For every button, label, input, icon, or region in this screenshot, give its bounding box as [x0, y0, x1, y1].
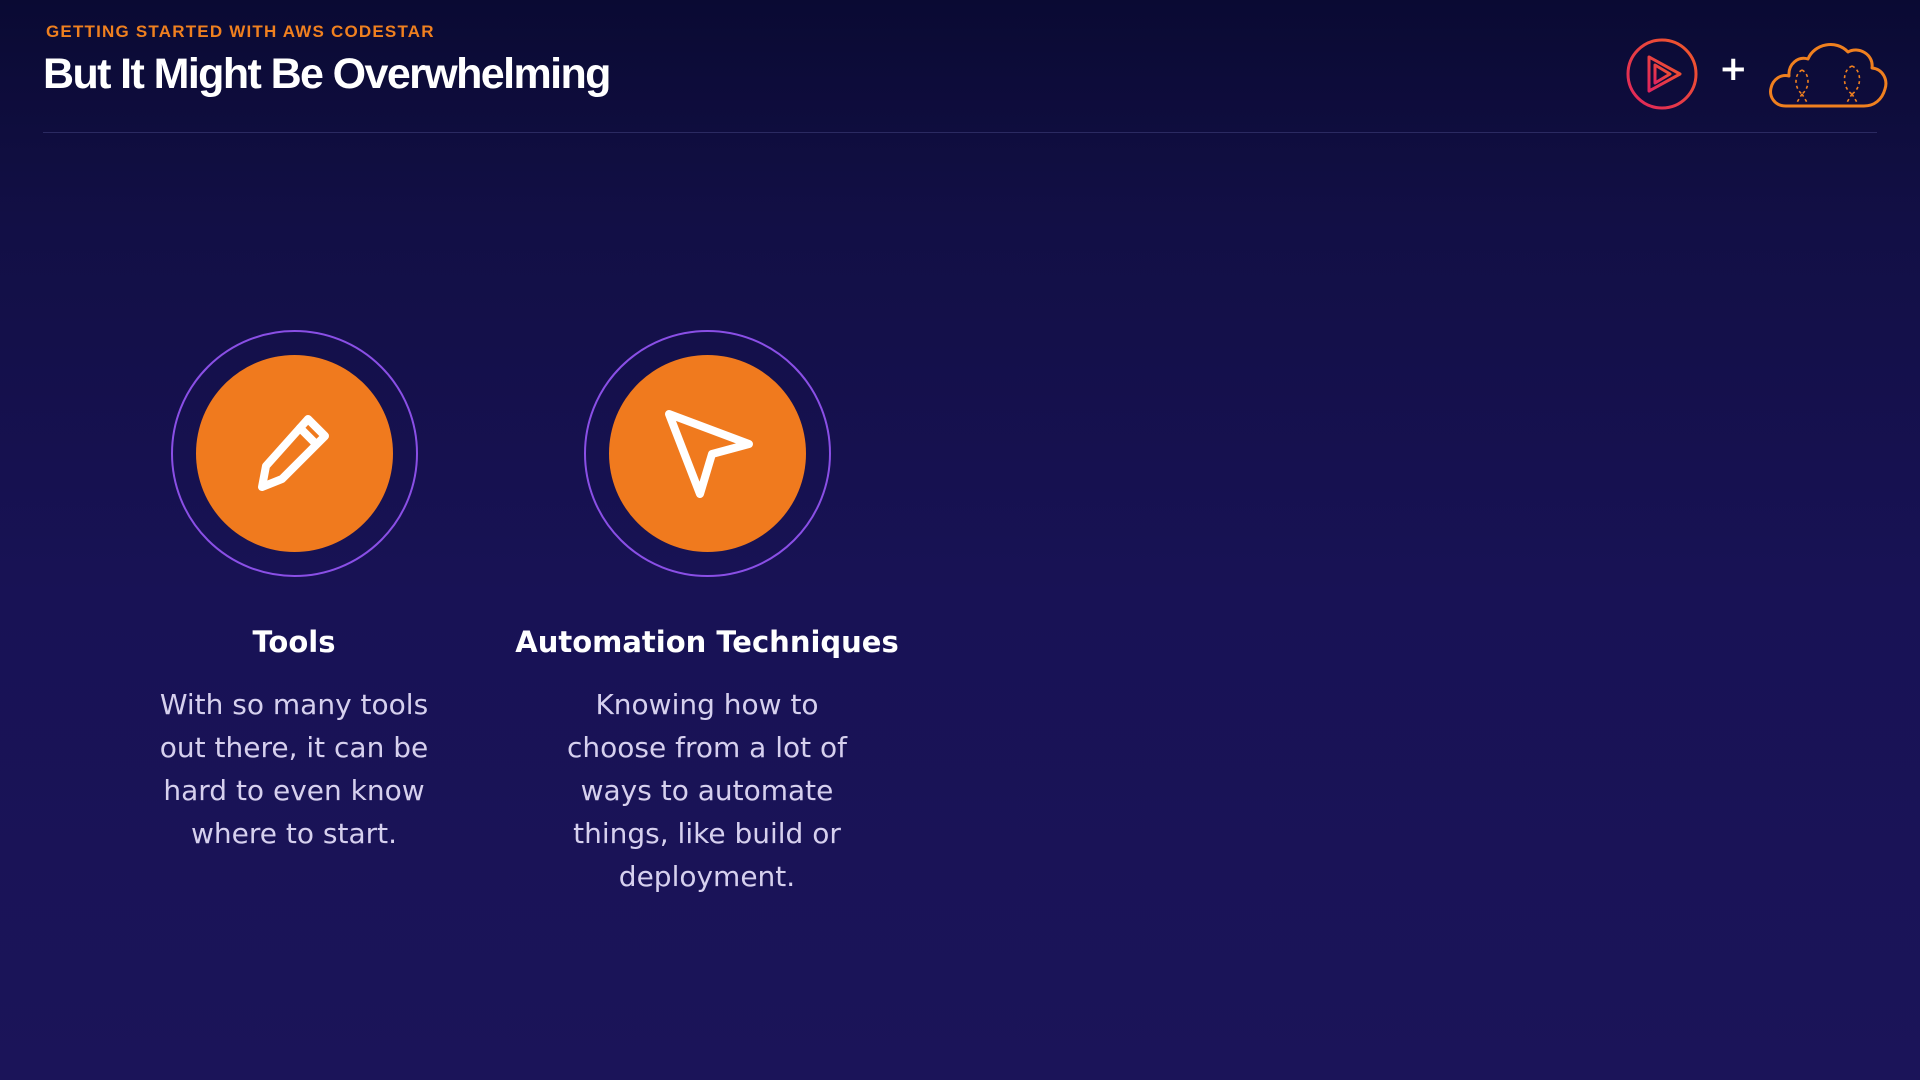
brand-logos: + — [1620, 36, 1890, 112]
feature-icon-disc — [195, 355, 393, 552]
slide: GETTING STARTED WITH AWS CODESTAR But It… — [0, 0, 1920, 1080]
feature-icon-ring — [583, 330, 831, 577]
feature-icon-disc — [608, 355, 806, 552]
aws-cloud-icon — [1769, 43, 1888, 108]
header-divider — [43, 132, 1877, 133]
navigation-arrow-icon — [665, 409, 753, 498]
feature-icon-ring — [170, 330, 418, 577]
plus-sign: + — [1719, 49, 1748, 89]
feature-title: Tools — [252, 625, 336, 659]
course-kicker: GETTING STARTED WITH AWS CODESTAR — [46, 22, 435, 41]
feature-tools: Tools With so many tools out there, it c… — [84, 330, 504, 855]
feature-title: Automation Techniques — [515, 625, 899, 659]
slide-title: But It Might Be Overwhelming — [43, 50, 611, 98]
feature-automation-techniques: Automation Techniques Knowing how to cho… — [497, 330, 917, 898]
pluralsight-play-icon — [1626, 38, 1698, 110]
feature-description: With so many tools out there, it can be … — [159, 688, 429, 850]
pencil-icon — [258, 414, 329, 491]
feature-description: Knowing how to choose from a lot of ways… — [566, 688, 847, 893]
